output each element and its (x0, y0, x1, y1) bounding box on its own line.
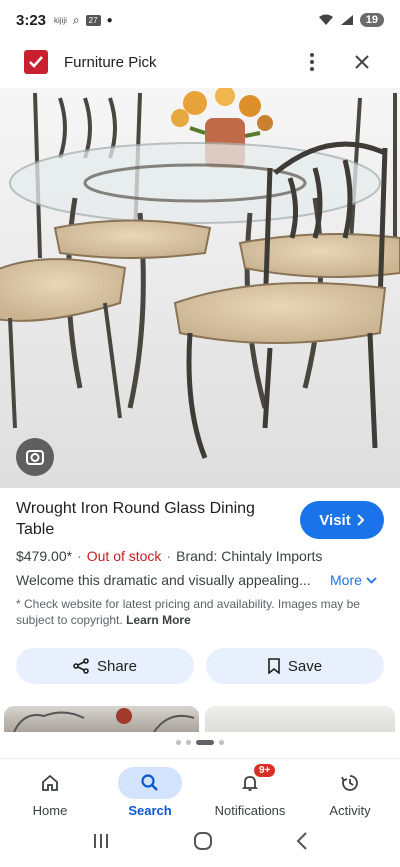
system-navigation-bar (0, 820, 400, 867)
save-label: Save (287, 657, 323, 675)
nav-home[interactable]: Home (0, 759, 100, 820)
share-label: Share (96, 657, 138, 675)
nav-home-label: Home (32, 803, 68, 818)
camera-lens-icon (26, 450, 44, 465)
notification-badge: 9+ (254, 764, 276, 777)
separator-dot: · (77, 548, 82, 564)
product-brand: Brand: Chintaly Imports (176, 548, 323, 564)
status-time: 3:23 (16, 11, 47, 29)
nav-search[interactable]: Search (100, 759, 200, 820)
save-button[interactable]: Save (206, 648, 384, 684)
nav-notifications[interactable]: 9+ Notifications (200, 759, 300, 820)
battery-indicator: 19 (359, 13, 384, 27)
home-icon (18, 767, 82, 799)
related-images (0, 706, 400, 732)
kijiji-notification-icon: kijiji (54, 15, 67, 25)
product-description: Welcome this dramatic and visually appea… (16, 572, 311, 588)
nav-search-label: Search (128, 803, 172, 818)
close-icon[interactable] (350, 50, 374, 74)
share-icon (73, 658, 89, 674)
learn-more-link[interactable]: Learn More (126, 613, 191, 627)
product-image[interactable] (0, 88, 400, 488)
wifi-icon (318, 14, 333, 25)
description-row: Welcome this dramatic and visually appea… (16, 572, 384, 588)
related-image-thumbnail[interactable] (4, 706, 199, 732)
more-button[interactable]: More (330, 572, 377, 588)
product-price: $479.00* (16, 548, 73, 564)
bottom-navigation: Home Search 9+ Notifications Activity (0, 758, 400, 820)
more-label: More (330, 572, 362, 588)
site-title: Furniture Pick (64, 53, 157, 71)
product-meta: $479.00* · Out of stock · Brand: Chintaly Im… (16, 548, 384, 564)
product-title: Wrought Iron Round Glass Dining Table (16, 500, 255, 538)
search-icon (118, 767, 182, 799)
separator-dot: · (166, 548, 172, 564)
nav-activity-label: Activity (329, 803, 371, 818)
disclaimer: * Check website for latest pricing and a… (16, 596, 384, 628)
recent-apps-icon[interactable] (92, 833, 110, 854)
pager-dot-active (196, 740, 214, 745)
furniture-pick-logo (24, 50, 48, 74)
bell-icon: 9+ (218, 764, 282, 799)
home-button-icon[interactable] (193, 831, 213, 856)
product-info: Wrought Iron Round Glass Dining Table Vi… (16, 498, 384, 628)
stock-status: Out of stock (86, 548, 162, 564)
dot-indicator-icon: ● (106, 14, 113, 26)
share-button[interactable]: Share (16, 648, 194, 684)
action-buttons: Share Save (16, 648, 384, 684)
pager-dot (186, 740, 191, 745)
visit-button[interactable]: Visit (300, 501, 384, 539)
nav-activity[interactable]: Activity (300, 759, 400, 820)
status-bar: 3:23 kijiji ⌕ 27 ● 19 (0, 0, 400, 40)
activity-history-icon (318, 767, 382, 799)
lens-search-button[interactable] (16, 438, 54, 476)
visit-label: Visit (319, 511, 351, 529)
pager-dot (176, 740, 181, 745)
chevron-right-icon (356, 514, 365, 526)
pager-dot (219, 740, 224, 745)
dining-set-illustration (0, 88, 400, 488)
bookmark-icon (268, 658, 280, 674)
more-options-icon[interactable] (300, 50, 324, 74)
search-notification-icon: ⌕ (72, 12, 80, 27)
chevron-down-icon (366, 576, 377, 584)
calendar-notification-icon: 27 (85, 14, 101, 26)
signal-icon (340, 15, 353, 25)
related-image-thumbnail[interactable] (205, 706, 395, 732)
nav-notifications-label: Notifications (214, 803, 286, 818)
source-header: Furniture Pick (0, 40, 400, 84)
back-icon[interactable] (296, 832, 308, 855)
carousel-pager (0, 740, 400, 745)
